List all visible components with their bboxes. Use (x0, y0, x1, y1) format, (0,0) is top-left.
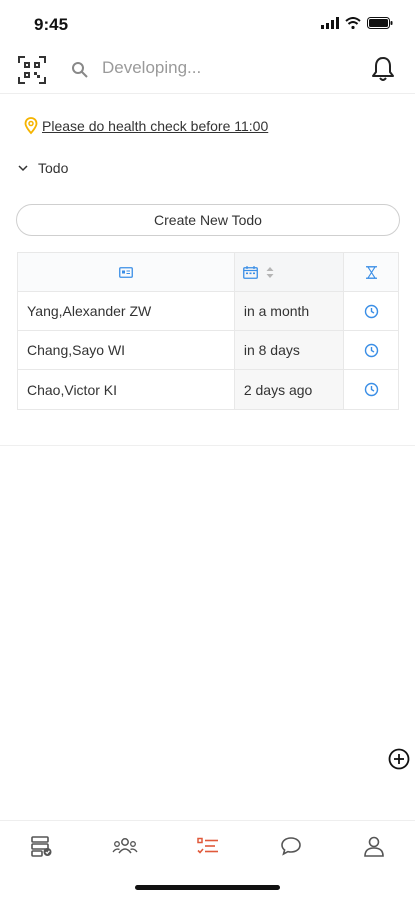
section-label: Todo (38, 160, 69, 176)
table-row[interactable]: Yang,Alexander ZW in a month (18, 292, 398, 331)
header-due-column[interactable] (234, 253, 345, 291)
signal-icon (321, 17, 339, 29)
notice-text[interactable]: Please do health check before 11:00 (42, 118, 268, 134)
tab-profile[interactable] (354, 826, 394, 866)
health-check-notice[interactable]: Please do health check before 11:00 (24, 117, 268, 135)
qr-code-scan-icon[interactable] (18, 56, 46, 84)
team-icon (111, 837, 138, 853)
header-timer-column (344, 253, 398, 291)
chat-icon (280, 836, 301, 856)
table-header (18, 253, 398, 292)
row-clock[interactable] (344, 370, 398, 409)
search-input[interactable]: Developing... (102, 58, 201, 78)
task-list-icon (196, 837, 218, 854)
sort-icon[interactable] (266, 266, 274, 278)
table-row[interactable]: Chang,Sayo WI in 8 days (18, 331, 398, 370)
clock-icon[interactable] (364, 304, 379, 319)
home-indicator (135, 885, 280, 890)
status-icons (321, 17, 393, 29)
header-name-column (18, 253, 235, 291)
bell-icon[interactable] (371, 56, 395, 82)
search-icon (72, 62, 88, 78)
wifi-icon (345, 17, 361, 29)
todo-table: Yang,Alexander ZW in a month Chang,Sayo … (17, 252, 399, 410)
clock-icon[interactable] (364, 343, 379, 358)
hourglass-icon (365, 265, 377, 279)
tab-chat[interactable] (271, 826, 311, 866)
row-due: 2 days ago (234, 370, 345, 409)
tab-dashboard[interactable] (22, 826, 62, 866)
profile-icon (363, 836, 384, 857)
location-pin-icon (24, 117, 38, 135)
row-name: Yang,Alexander ZW (18, 292, 235, 330)
calendar-icon (242, 265, 258, 279)
add-circle-icon[interactable] (388, 748, 410, 770)
row-due: in a month (234, 292, 345, 330)
create-new-todo-button[interactable]: Create New Todo (16, 204, 400, 236)
status-bar: 9:45 (0, 0, 415, 46)
table-row[interactable]: Chao,Victor KI 2 days ago (18, 370, 398, 409)
section-divider (0, 445, 415, 446)
row-clock[interactable] (344, 331, 398, 369)
bottom-tab-bar (0, 820, 415, 870)
status-time: 9:45 (34, 15, 69, 34)
dashboard-icon (30, 835, 51, 857)
battery-icon (367, 17, 393, 29)
todo-section-toggle[interactable]: Todo (18, 160, 68, 176)
chevron-down-icon (18, 165, 28, 172)
top-bar: Developing... (0, 46, 415, 94)
row-name: Chang,Sayo WI (18, 331, 235, 369)
row-due: in 8 days (234, 331, 345, 369)
clock-icon[interactable] (364, 382, 379, 397)
tab-team[interactable] (105, 826, 145, 866)
id-card-icon (119, 266, 133, 278)
row-name: Chao,Victor KI (18, 370, 235, 409)
row-clock[interactable] (344, 292, 398, 330)
tab-tasks[interactable] (188, 826, 228, 866)
